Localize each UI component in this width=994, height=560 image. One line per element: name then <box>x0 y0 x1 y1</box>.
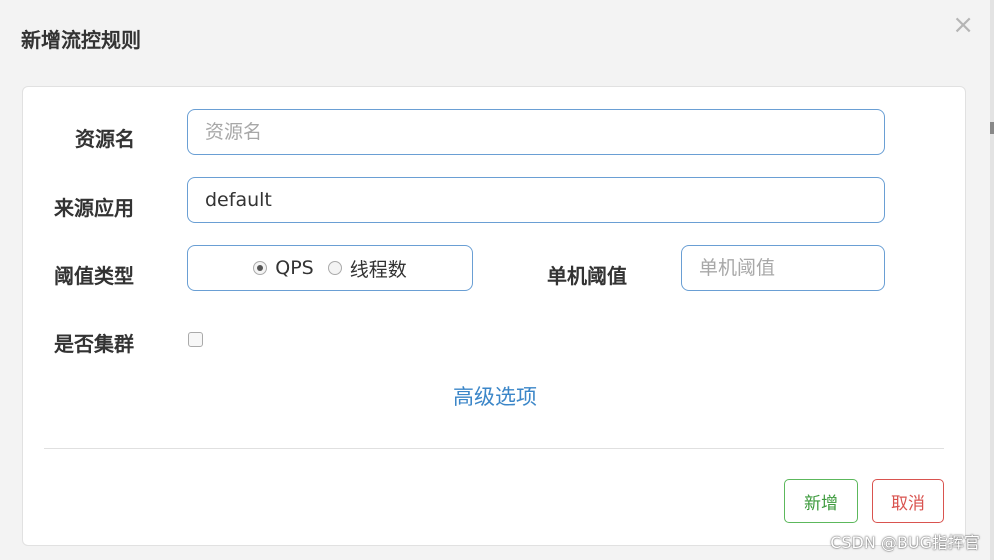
radio-option-threads[interactable]: 线程数 <box>327 255 407 282</box>
source-app-label: 来源应用 <box>54 196 134 220</box>
radio-unchecked-icon[interactable] <box>327 261 342 275</box>
source-app-input[interactable] <box>187 177 885 223</box>
form-panel: 资源名 来源应用 阈值类型 QPS 线程数 单机阈值 是否集群 高级选项 新增 … <box>22 86 966 546</box>
threshold-type-label: 阈值类型 <box>54 264 134 288</box>
background-mark <box>990 122 994 134</box>
watermark: CSDN @BUG指挥官 <box>830 533 980 552</box>
advanced-options-link[interactable]: 高级选项 <box>23 381 967 411</box>
radio-option-qps[interactable]: QPS <box>253 257 314 279</box>
flow-rule-dialog: 新增流控规则 × 资源名 来源应用 阈值类型 QPS 线程数 单机阈值 是否集群 <box>0 0 994 560</box>
dialog-title: 新增流控规则 <box>21 28 141 52</box>
cluster-checkbox[interactable] <box>188 332 203 347</box>
radio-checked-icon[interactable] <box>253 261 268 275</box>
radio-label-qps: QPS <box>275 257 314 279</box>
cancel-button[interactable]: 取消 <box>872 479 944 523</box>
radio-label-threads: 线程数 <box>349 258 407 281</box>
resource-name-label: 资源名 <box>75 127 135 151</box>
single-threshold-input[interactable] <box>681 245 885 291</box>
add-button[interactable]: 新增 <box>784 479 858 523</box>
close-icon[interactable]: × <box>952 12 974 38</box>
threshold-type-radio-group: QPS 线程数 <box>187 245 473 291</box>
footer-divider <box>44 448 944 449</box>
cluster-label: 是否集群 <box>54 332 134 356</box>
background-edge <box>990 0 994 560</box>
single-threshold-label: 单机阈值 <box>547 264 627 288</box>
resource-name-input[interactable] <box>187 109 885 155</box>
